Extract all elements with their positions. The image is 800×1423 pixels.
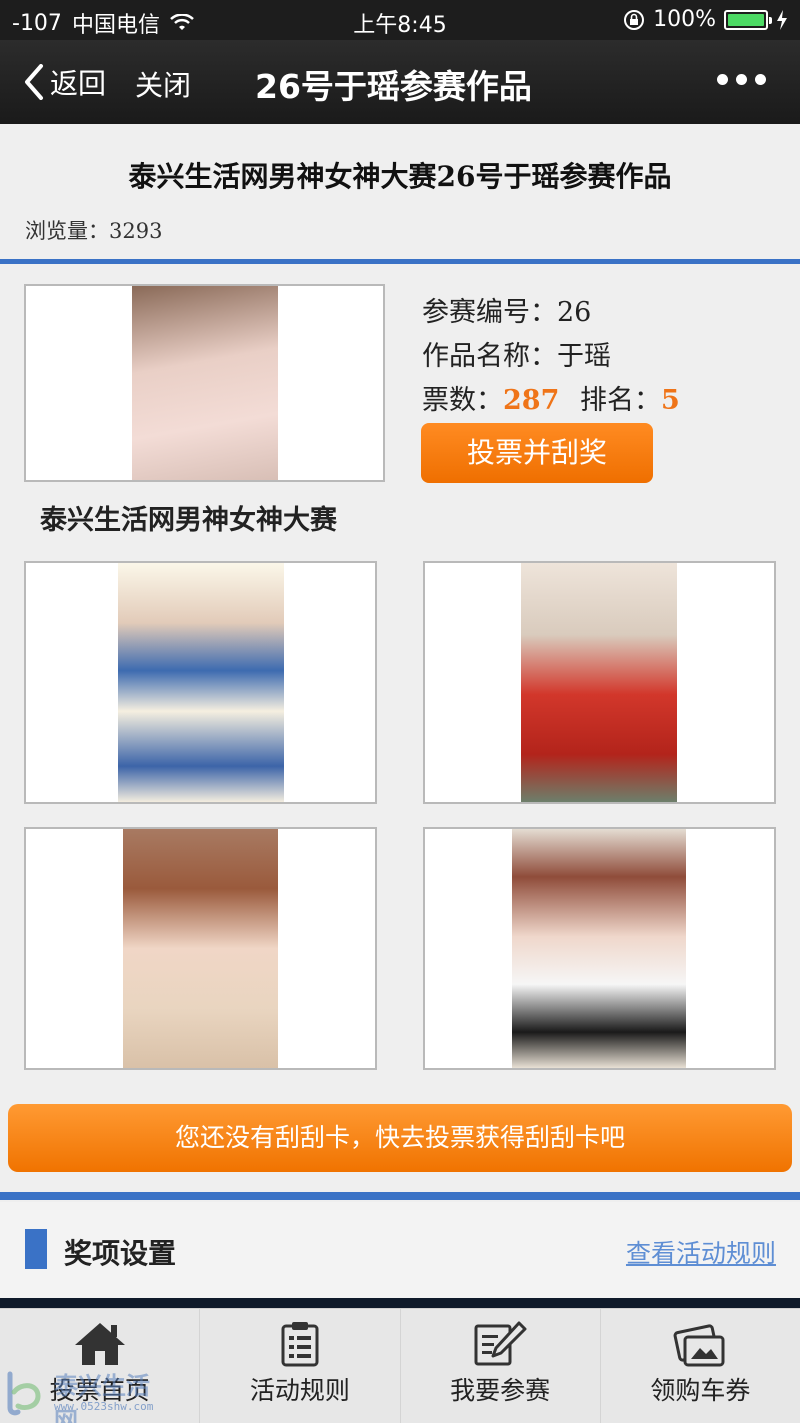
gallery-image [123,829,278,1068]
entry-name-label: 作品名称： [422,341,557,372]
home-icon [74,1323,125,1365]
tab-activity-rules[interactable]: 活动规则 [200,1309,401,1423]
more-options-icon[interactable] [717,74,766,85]
status-right: 100% [623,7,788,32]
clipboard-icon [281,1322,319,1367]
charging-icon [777,9,787,30]
battery-icon [724,9,772,30]
entry-name-value: 于瑶 [557,341,611,372]
prize-title: 奖项设置 [64,1237,177,1270]
tab-label: 领购车券 [650,1376,751,1405]
status-bar: -107 中国电信 上午8:45 100% [0,0,800,40]
gallery-image [512,829,686,1068]
contestant-photo [132,286,278,480]
votes-value: 287 [503,385,560,416]
page-title: 26号于瑶参赛作品 [255,67,532,106]
main-photo-frame[interactable] [24,284,385,482]
rank-value: 5 [660,385,680,416]
section-marker [25,1229,47,1269]
entry-number-label: 参赛编号： [422,297,557,328]
tab-label: 投票首页 [49,1376,150,1405]
votes-rank: 票数：287 排名：5 [422,378,680,417]
orientation-lock-icon [624,9,645,30]
bottom-tab-bar: 投票首页 活动规则 我要参赛 领购车券 [0,1308,800,1423]
tab-label: 我要参赛 [450,1376,551,1405]
entry-number: 参赛编号：26 [422,290,591,329]
tab-buy-coupon[interactable]: 领购车券 [601,1309,800,1423]
prize-section: 奖项设置 查看活动规则 [0,1202,800,1298]
vote-and-scratch-button[interactable]: 投票并刮奖 [421,423,653,483]
back-button[interactable]: 返回 [24,62,106,102]
close-button[interactable]: 关闭 [135,64,191,104]
contest-name: 泰兴生活网男神女神大赛 [40,505,337,536]
gallery-image [521,563,677,802]
scratch-card-banner[interactable]: 您还没有刮刮卡，快去投票获得刮刮卡吧 [8,1104,792,1172]
gallery-photo-4[interactable] [423,827,776,1070]
tab-join-contest[interactable]: 我要参赛 [401,1309,601,1423]
votes-label: 票数： [422,385,503,416]
gallery-photo-1[interactable] [24,561,377,804]
entry-heading: 泰兴生活网男神女神大赛26号于瑶参赛作品 [128,160,672,193]
coupon-icon [673,1324,725,1367]
rank-label: 排名： [579,385,661,416]
entry-number-value: 26 [557,297,592,328]
entry-name: 作品名称：于瑶 [422,334,611,373]
gallery-photo-3[interactable] [24,827,377,1070]
tab-label: 活动规则 [249,1376,350,1405]
battery-percent: 100% [653,7,716,32]
divider [0,1192,800,1200]
chevron-left-icon [25,64,43,100]
gallery-photo-2[interactable] [423,561,776,804]
divider [0,259,800,264]
divider [0,1298,800,1308]
edit-icon [474,1321,527,1366]
back-label: 返回 [50,67,107,100]
view-count: 浏览量：3293 [25,219,163,243]
gallery-image [118,563,284,802]
view-rules-link[interactable]: 查看活动规则 [626,1234,776,1270]
tab-vote-home[interactable]: 投票首页 [0,1309,201,1423]
nav-bar: 返回 关闭 26号于瑶参赛作品 [0,40,800,124]
